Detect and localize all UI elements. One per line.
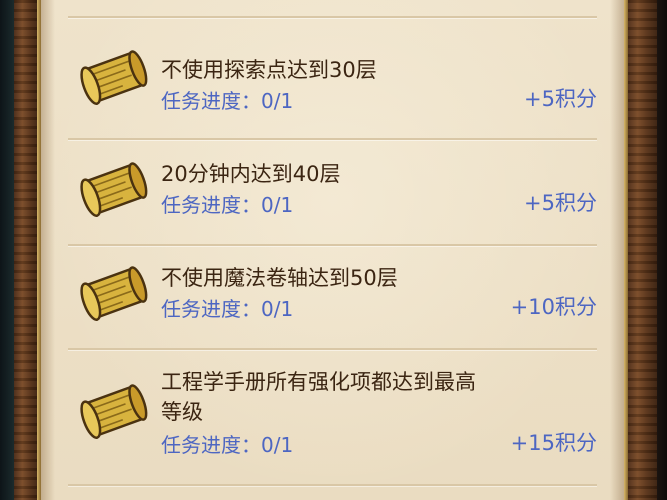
background-edge-right (657, 0, 667, 500)
task-progress: 任务进度：0/1 (161, 297, 294, 321)
divider (68, 484, 597, 486)
task-progress: 任务进度：0/1 (161, 433, 294, 457)
wooden-frame-left (14, 0, 41, 500)
wooden-frame-right (624, 0, 657, 500)
task-reward: +5积分 (524, 87, 597, 111)
task-item[interactable]: 工程学手册所有强化项都达到最高 等级 任务进度：0/1 +15积分 (60, 350, 597, 484)
task-item[interactable]: 不使用魔法卷轴达到50层 任务进度：0/1 +10积分 (60, 246, 597, 348)
task-reward: +5积分 (524, 191, 597, 215)
scroll-icon (80, 162, 148, 217)
task-progress: 任务进度：0/1 (161, 89, 294, 113)
task-list-screen: 不使用探索点达到30层 任务进度：0/1 +5积分 20分钟内达到40层 任务进… (0, 0, 667, 500)
task-title-line1: 工程学手册所有强化项都达到最高 (161, 370, 476, 394)
task-item[interactable]: 不使用探索点达到30层 任务进度：0/1 +5积分 (60, 18, 597, 138)
background-edge-left (0, 0, 14, 500)
scroll-icon (80, 50, 148, 105)
task-item[interactable]: 20分钟内达到40层 任务进度：0/1 +5积分 (60, 140, 597, 244)
task-title: 不使用探索点达到30层 (161, 58, 377, 82)
task-title-line2: 等级 (161, 400, 203, 424)
task-reward: +15积分 (510, 431, 597, 455)
task-title: 20分钟内达到40层 (161, 162, 341, 186)
task-title: 不使用魔法卷轴达到50层 (161, 266, 398, 290)
task-reward: +10积分 (510, 295, 597, 319)
scroll-icon (80, 384, 148, 439)
task-progress: 任务进度：0/1 (161, 193, 294, 217)
scroll-icon (80, 266, 148, 321)
